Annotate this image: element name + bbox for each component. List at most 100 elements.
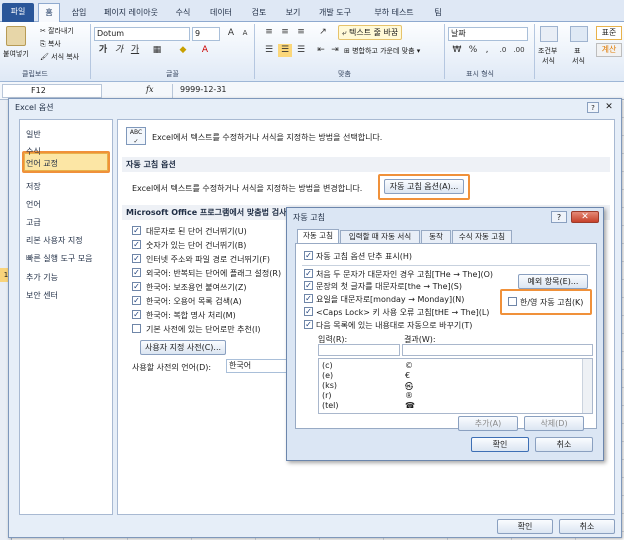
- tab-autoformat-as-you-type[interactable]: 입력할 때 자동 서식: [340, 230, 420, 243]
- style-normal[interactable]: 표준: [596, 26, 622, 40]
- comma-icon[interactable]: ,: [480, 44, 494, 57]
- align-top-icon[interactable]: ≡: [262, 26, 276, 39]
- tab-team[interactable]: 팀: [428, 4, 448, 22]
- italic-button[interactable]: 가: [112, 44, 126, 57]
- tab-view[interactable]: 보기: [280, 4, 306, 22]
- conditional-format-button[interactable]: 조건부: [538, 46, 557, 56]
- close-icon[interactable]: ✕: [603, 102, 615, 113]
- align-middle-icon[interactable]: ≡: [278, 26, 292, 39]
- percent-icon[interactable]: %: [466, 44, 480, 57]
- grow-font-icon[interactable]: A: [224, 27, 238, 40]
- increase-indent-icon[interactable]: ⇥: [328, 44, 342, 57]
- dialog-title: 자동 고침: [293, 213, 325, 222]
- format-painter-button[interactable]: 🖌 서식 복사: [40, 52, 79, 62]
- currency-icon[interactable]: ₩: [450, 44, 464, 57]
- tab-review[interactable]: 검토: [246, 4, 272, 22]
- nav-item-advanced[interactable]: 고급: [26, 217, 41, 228]
- help-icon[interactable]: ?: [551, 211, 567, 223]
- number-format-combo[interactable]: 날짜: [448, 27, 528, 41]
- border-icon[interactable]: ▦: [150, 44, 164, 57]
- formula-value[interactable]: 9999-12-31: [180, 85, 227, 94]
- add-button[interactable]: 추가(A): [458, 416, 518, 431]
- delete-button[interactable]: 삭제(D): [524, 416, 584, 431]
- exceptions-button[interactable]: 예외 항목(E)...: [518, 274, 588, 289]
- checkbox-replace-as-you-type[interactable]: ✓: [304, 320, 313, 329]
- conditional-format-icon[interactable]: [540, 26, 558, 42]
- autocorrect-list[interactable]: (c) © (e) € (ks) ㉿ (r) ® (tel) ☎: [318, 358, 593, 414]
- checkbox-capitalize-days[interactable]: ✓: [304, 294, 313, 303]
- custom-dictionaries-button[interactable]: 사용자 지정 사전(C)...: [140, 340, 226, 355]
- nav-item-language[interactable]: 언어: [26, 199, 41, 210]
- shrink-font-icon[interactable]: A: [238, 27, 252, 40]
- with-input[interactable]: [402, 344, 593, 356]
- nav-item-quick-access[interactable]: 빠른 실행 도구 모음: [26, 253, 93, 264]
- table-format-button[interactable]: 표: [574, 46, 580, 56]
- autocorrect-ok-button[interactable]: 확인: [471, 437, 529, 452]
- decrease-indent-icon[interactable]: ⇤: [314, 44, 328, 57]
- paste-icon[interactable]: [6, 26, 26, 46]
- fx-icon[interactable]: fx: [146, 85, 153, 94]
- checkbox-ignore-internet[interactable]: ✓: [132, 254, 141, 263]
- tab-developer[interactable]: 개발 도구: [312, 4, 358, 22]
- copy-button[interactable]: ⎘ 복사: [40, 39, 61, 49]
- autocorrect-cancel-button[interactable]: 취소: [535, 437, 593, 452]
- decrease-decimal-icon[interactable]: .00: [512, 44, 526, 57]
- list-scrollbar[interactable]: [582, 359, 592, 413]
- checkbox-caps-lock[interactable]: ✓: [304, 307, 313, 316]
- font-size-combo[interactable]: 9: [192, 27, 220, 41]
- table-format-icon[interactable]: [570, 26, 588, 42]
- orientation-icon[interactable]: ↗: [316, 26, 330, 39]
- autocorrect-options-button[interactable]: 자동 고침 옵션(A)...: [384, 179, 464, 194]
- checkbox-label: 한/영 자동 고침(K): [520, 298, 584, 307]
- cut-button[interactable]: ✂ 잘라내기: [40, 26, 74, 36]
- checkbox-two-initial-caps[interactable]: ✓: [304, 269, 313, 278]
- tab-data[interactable]: 데이터: [204, 4, 238, 22]
- wrap-text-button[interactable]: ⤶ 텍스트 줄 바꿈: [338, 25, 403, 40]
- options-cancel-button[interactable]: 취소: [559, 519, 615, 534]
- tab-autocorrect[interactable]: 자동 고침: [297, 229, 339, 244]
- tab-actions[interactable]: 동작: [421, 230, 451, 243]
- tab-load-test[interactable]: 부하 테스트: [368, 4, 420, 22]
- options-ok-button[interactable]: 확인: [497, 519, 553, 534]
- font-name-combo[interactable]: Dotum: [94, 27, 190, 41]
- checkbox-capitalize-sentence[interactable]: ✓: [304, 281, 313, 290]
- font-color-icon[interactable]: A: [198, 44, 212, 57]
- tab-math-autocorrect[interactable]: 수식 자동 고침: [452, 230, 512, 243]
- checkbox-show-buttons[interactable]: ✓: [304, 251, 313, 260]
- nav-item-formulas[interactable]: 수식: [26, 146, 41, 157]
- checkbox-ignore-numbers[interactable]: ✓: [132, 240, 141, 249]
- nav-item-trust-center[interactable]: 보안 센터: [26, 290, 58, 301]
- name-box[interactable]: F12: [2, 84, 102, 98]
- checkbox-flag-repeated[interactable]: ✓: [132, 268, 141, 277]
- replace-input[interactable]: [318, 344, 400, 356]
- style-calc[interactable]: 계산: [596, 43, 622, 57]
- align-bottom-icon[interactable]: ≡: [294, 26, 308, 39]
- tab-file[interactable]: 파일: [2, 3, 34, 22]
- align-left-icon[interactable]: ☰: [262, 44, 276, 57]
- tab-page-layout[interactable]: 페이지 레이아웃: [96, 4, 166, 22]
- nav-item-save[interactable]: 저장: [26, 181, 41, 192]
- checkbox-ignore-uppercase[interactable]: ✓: [132, 226, 141, 235]
- align-right-icon[interactable]: ☰: [294, 44, 308, 57]
- close-icon[interactable]: ✕: [571, 211, 599, 223]
- checkbox-hanyoung-autocorrect[interactable]: [508, 297, 517, 306]
- fill-color-icon[interactable]: ◆: [176, 44, 190, 57]
- checkbox-korean-misuse[interactable]: ✓: [132, 296, 141, 305]
- align-center-icon[interactable]: ☰: [278, 44, 292, 57]
- increase-decimal-icon[interactable]: .0: [496, 44, 510, 57]
- nav-item-addins[interactable]: 추가 기능: [26, 272, 58, 283]
- nav-item-proofing[interactable]: 언어 교정: [26, 158, 58, 169]
- nav-item-customize-ribbon[interactable]: 리본 사용자 지정: [26, 235, 83, 246]
- bold-button[interactable]: 가: [96, 44, 110, 57]
- tab-home[interactable]: 홈: [38, 3, 60, 22]
- tab-formulas[interactable]: 수식: [170, 4, 196, 22]
- tab-insert[interactable]: 삽입: [66, 4, 92, 22]
- paste-button[interactable]: 붙여넣기: [3, 49, 29, 59]
- checkbox-korean-aux[interactable]: ✓: [132, 282, 141, 291]
- help-icon[interactable]: ?: [587, 102, 599, 113]
- underline-button[interactable]: 가: [128, 44, 142, 57]
- nav-item-general[interactable]: 일반: [26, 129, 41, 140]
- merge-center-button[interactable]: ⊞ 병합하고 가운데 맞춤 ▾: [344, 46, 420, 56]
- checkbox-main-dictionary-only[interactable]: [132, 324, 141, 333]
- checkbox-korean-compound[interactable]: ✓: [132, 310, 141, 319]
